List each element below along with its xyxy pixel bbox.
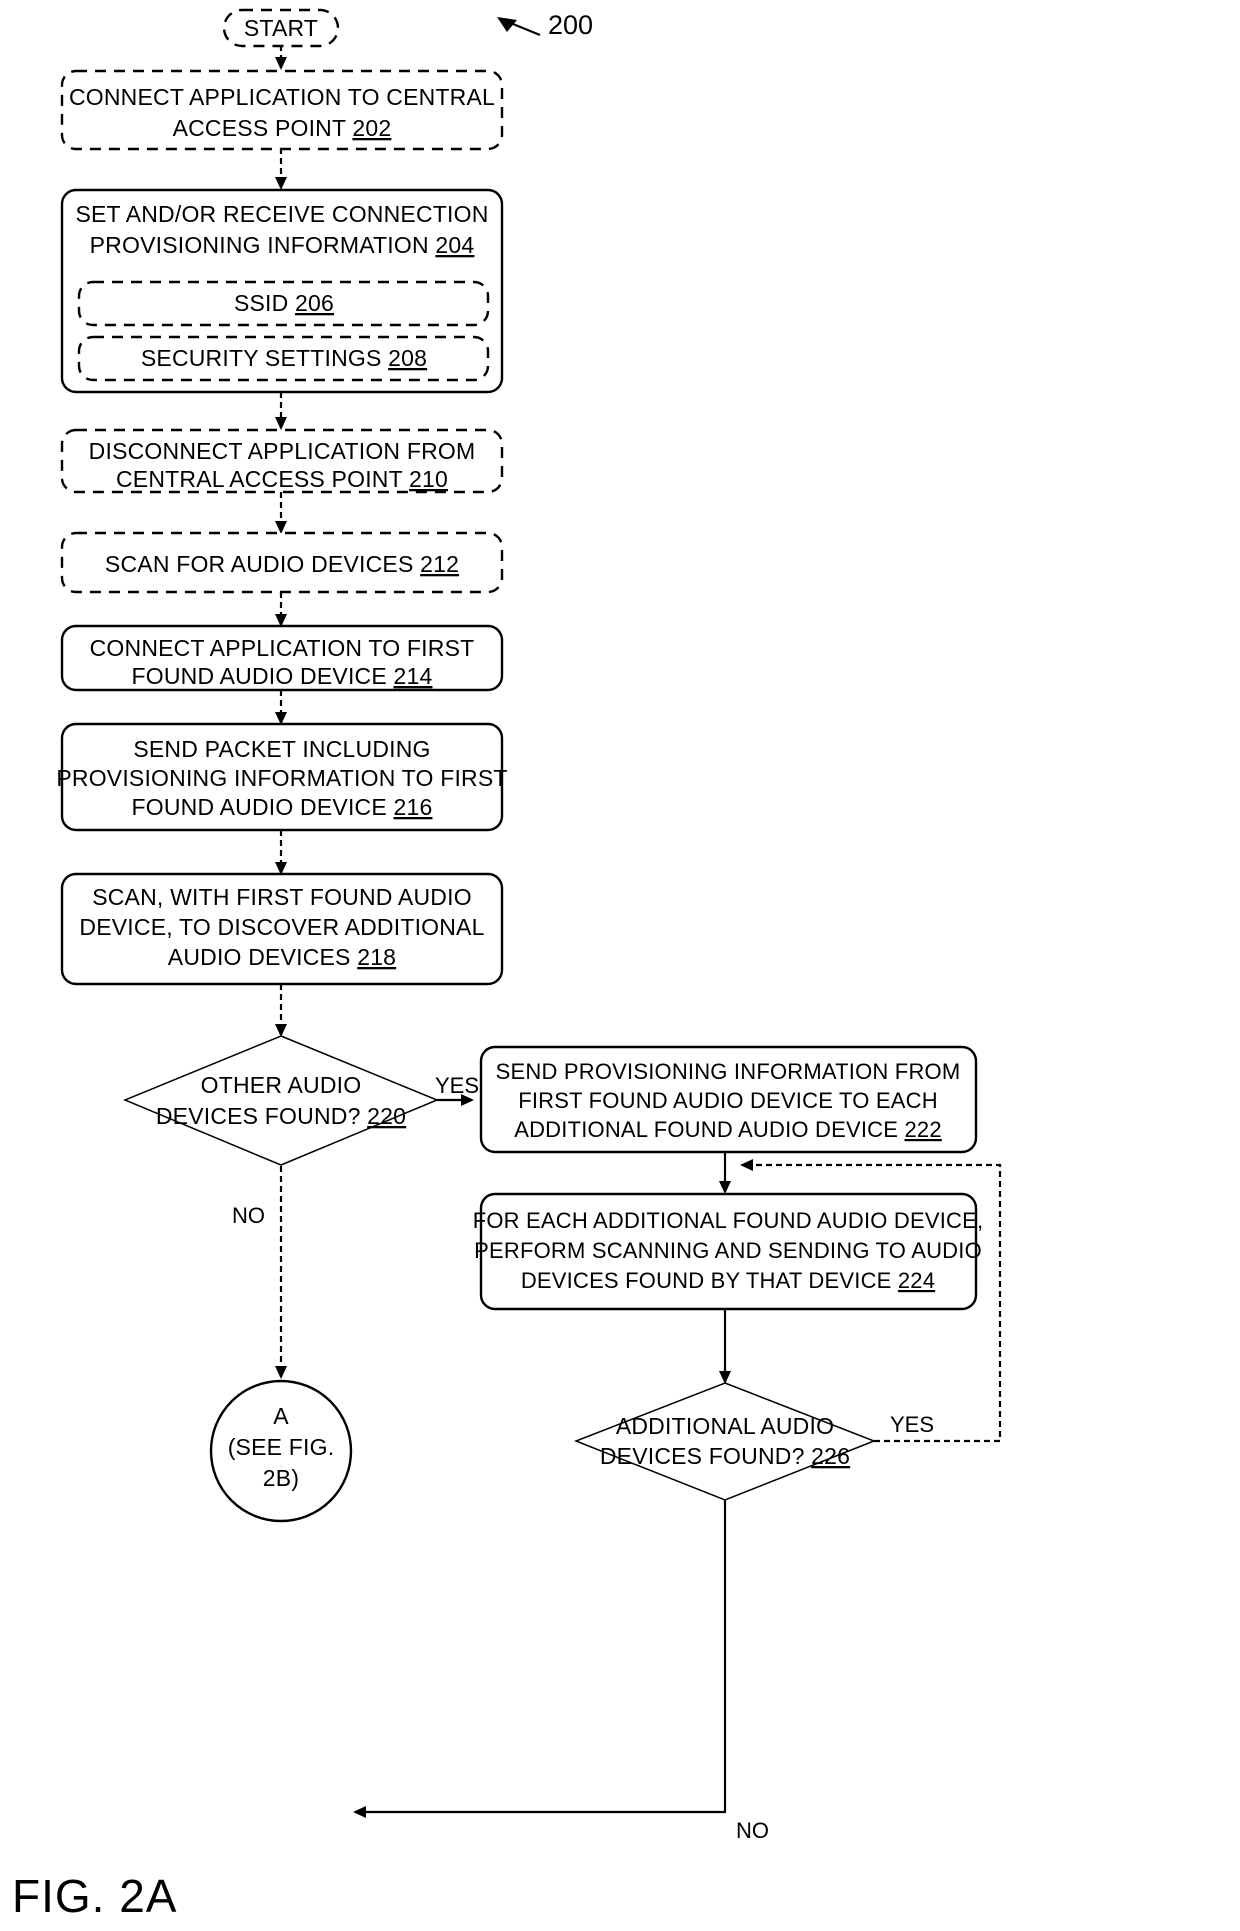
node-226-line1: ADDITIONAL AUDIO (616, 1413, 834, 1439)
node-212-label: SCAN FOR AUDIO DEVICES 212 (105, 551, 459, 577)
node-214[interactable]: CONNECT APPLICATION TO FIRST FOUND AUDIO… (60, 624, 504, 692)
flowchart-svg: 200 START CONNECT APPLICATION TO CENTRAL… (56, 8, 1002, 1843)
node-222[interactable]: SEND PROVISIONING INFORMATION FROM FIRST… (479, 1045, 978, 1154)
node-210-line2: CENTRAL ACCESS POINT 210 (116, 466, 448, 492)
node-226-line2: DEVICES FOUND? 226 (600, 1443, 850, 1469)
node-222-line3: ADDITIONAL FOUND AUDIO DEVICE 222 (514, 1117, 942, 1142)
node-202[interactable]: CONNECT APPLICATION TO CENTRAL ACCESS PO… (60, 69, 504, 151)
node-224-line1: FOR EACH ADDITIONAL FOUND AUDIO DEVICE, (473, 1208, 984, 1233)
node-210-line1: DISCONNECT APPLICATION FROM (89, 438, 476, 464)
node-220-line1: OTHER AUDIO (201, 1072, 362, 1098)
node-204-line1: SET AND/OR RECEIVE CONNECTION (75, 201, 488, 227)
node-208[interactable]: SECURITY SETTINGS 208 (77, 335, 490, 382)
node-start-label: START (244, 15, 318, 41)
node-216-line1: SEND PACKET INCLUDING (133, 736, 430, 762)
node-218-line3: AUDIO DEVICES 218 (168, 944, 396, 970)
node-204-line2: PROVISIONING INFORMATION 204 (90, 232, 475, 258)
node-218[interactable]: SCAN, WITH FIRST FOUND AUDIO DEVICE, TO … (60, 872, 504, 986)
node-202-line1: CONNECT APPLICATION TO CENTRAL (69, 84, 495, 110)
edge-label-yes-220: YES (435, 1073, 479, 1098)
node-212[interactable]: SCAN FOR AUDIO DEVICES 212 (60, 531, 504, 594)
connector-a-line1: A (273, 1403, 289, 1429)
node-222-line1: SEND PROVISIONING INFORMATION FROM (496, 1059, 961, 1084)
figure-canvas: 200 START CONNECT APPLICATION TO CENTRAL… (0, 0, 1240, 1931)
node-start[interactable]: START (222, 8, 340, 48)
node-208-label: SECURITY SETTINGS 208 (141, 345, 427, 371)
node-218-line2: DEVICE, TO DISCOVER ADDITIONAL (79, 914, 484, 940)
node-210[interactable]: DISCONNECT APPLICATION FROM CENTRAL ACCE… (60, 428, 504, 494)
node-224[interactable]: FOR EACH ADDITIONAL FOUND AUDIO DEVICE, … (473, 1192, 984, 1311)
node-216-line2: PROVISIONING INFORMATION TO FIRST (56, 765, 507, 791)
edge-label-no-220: NO (232, 1203, 265, 1228)
node-224-line2: PERFORM SCANNING AND SENDING TO AUDIO (474, 1238, 982, 1263)
node-220[interactable]: OTHER AUDIO DEVICES FOUND? 220 (123, 1035, 439, 1166)
connector-a-line3: 2B) (263, 1465, 299, 1491)
node-226[interactable]: ADDITIONAL AUDIO DEVICES FOUND? 226 (573, 1382, 877, 1501)
node-connector-a[interactable]: A (SEE FIG. 2B) (209, 1379, 353, 1523)
reference-numeral-200: 200 (548, 10, 593, 40)
node-222-line2: FIRST FOUND AUDIO DEVICE TO EACH (518, 1088, 938, 1113)
edge-label-no-226: NO (736, 1818, 769, 1843)
connector-226-no-to-connector-a (353, 1500, 727, 1818)
node-216-line3: FOUND AUDIO DEVICE 216 (132, 794, 433, 820)
node-224-line3: DEVICES FOUND BY THAT DEVICE 224 (521, 1268, 935, 1293)
edge-label-yes-226: YES (890, 1412, 934, 1437)
node-214-line1: CONNECT APPLICATION TO FIRST (90, 635, 475, 661)
connector-a-line2: (SEE FIG. (228, 1434, 335, 1460)
node-214-line2: FOUND AUDIO DEVICE 214 (132, 663, 433, 689)
node-202-line2: ACCESS POINT 202 (173, 115, 392, 141)
node-218-line1: SCAN, WITH FIRST FOUND AUDIO (92, 884, 472, 910)
node-220-line2: DEVICES FOUND? 220 (156, 1103, 406, 1129)
node-206[interactable]: SSID 206 (77, 280, 490, 327)
figure-caption: FIG. 2A (12, 1870, 178, 1922)
node-216[interactable]: SEND PACKET INCLUDING PROVISIONING INFOR… (56, 722, 507, 832)
node-206-label: SSID 206 (234, 290, 334, 316)
lead-line-200 (497, 17, 541, 37)
